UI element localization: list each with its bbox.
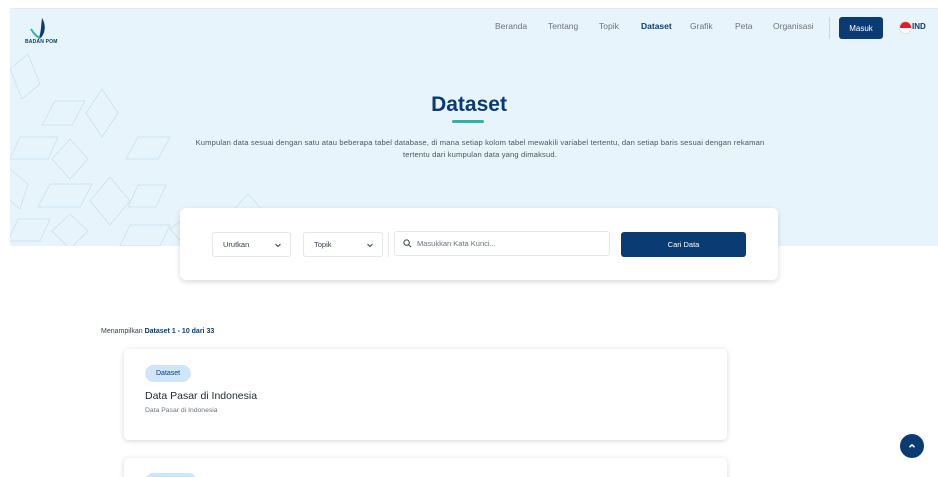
- page-description: Kumpulan data sesuai dengan satu atau be…: [195, 138, 765, 159]
- search-field[interactable]: [394, 231, 610, 256]
- dataset-badge: [145, 473, 197, 477]
- sort-select[interactable]: Urutkan: [212, 232, 291, 257]
- sort-select-label: Urutkan: [223, 240, 250, 249]
- nav-item-tentang[interactable]: Tentang: [548, 21, 578, 31]
- results-prefix: Menampilkan: [101, 328, 145, 335]
- scroll-to-top-button[interactable]: [900, 434, 924, 458]
- nav-item-organisasi[interactable]: Organisasi: [773, 21, 814, 31]
- topic-select-label: Topik: [314, 240, 332, 249]
- login-button[interactable]: Masuk: [839, 17, 883, 39]
- language-label[interactable]: IND: [912, 22, 926, 31]
- search-panel: Urutkan Topik Cari Data: [180, 208, 778, 280]
- logo-text: BADAN POM: [25, 39, 58, 45]
- dataset-subtitle: Data Pasar di Indonesia: [145, 407, 218, 414]
- chevron-down-icon: [367, 243, 373, 248]
- nav-divider: [829, 17, 830, 39]
- search-icon: [403, 239, 412, 248]
- nav-item-peta[interactable]: Peta: [735, 21, 753, 31]
- nav-item-grafik[interactable]: Grafik: [690, 21, 713, 31]
- results-count: Menampilkan Dataset 1 - 10 dari 33: [101, 328, 214, 335]
- nav-item-topik[interactable]: Topik: [599, 21, 619, 31]
- topic-select[interactable]: Topik: [303, 232, 383, 257]
- results-range: Dataset 1 - 10 dari 33: [144, 328, 215, 335]
- dataset-title[interactable]: Data Pasar di Indonesia: [145, 390, 257, 402]
- dataset-badge: Dataset: [145, 365, 192, 382]
- page: BADAN POM Beranda Tentang Topik Dataset …: [0, 0, 938, 477]
- chevron-down-icon: [275, 243, 281, 248]
- search-button[interactable]: Cari Data: [621, 232, 746, 257]
- chevron-up-icon: [908, 443, 916, 448]
- dataset-card[interactable]: Dataset Data Pasar di Indonesia Data Pas…: [124, 349, 727, 440]
- search-separator: [388, 232, 389, 257]
- dataset-card[interactable]: [124, 458, 727, 477]
- page-title: Dataset: [431, 93, 507, 116]
- title-underline: [452, 120, 484, 123]
- search-input[interactable]: [417, 239, 597, 248]
- indonesia-flag-icon[interactable]: [899, 21, 912, 34]
- nav-item-dataset[interactable]: Dataset: [641, 21, 672, 31]
- nav-item-beranda[interactable]: Beranda: [495, 21, 527, 31]
